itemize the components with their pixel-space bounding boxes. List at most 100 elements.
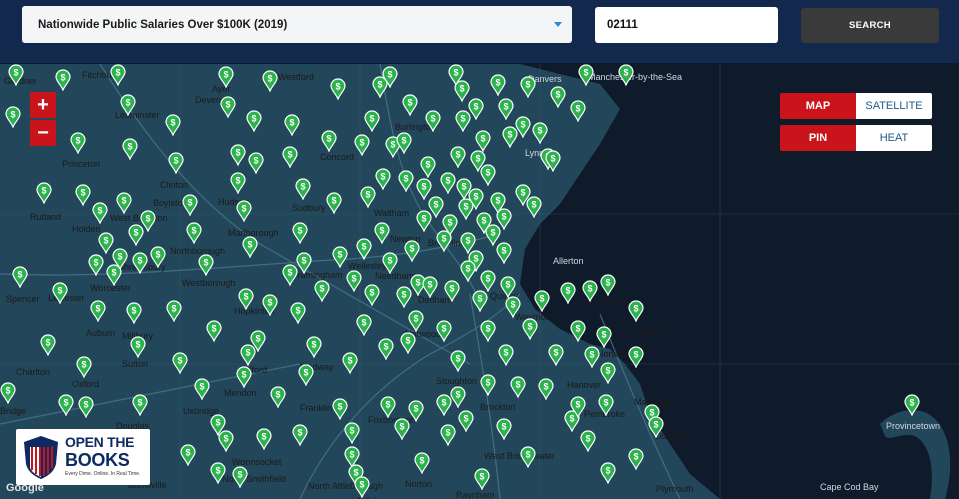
- salary-pin-icon[interactable]: $: [560, 282, 576, 305]
- salary-pin-icon[interactable]: $: [262, 70, 278, 93]
- salary-pin-icon[interactable]: $: [505, 296, 521, 319]
- salary-pin-icon[interactable]: $: [420, 156, 436, 179]
- salary-pin-icon[interactable]: $: [904, 394, 920, 417]
- dataset-dropdown[interactable]: Nationwide Public Salaries Over $100K (2…: [22, 6, 572, 43]
- salary-pin-icon[interactable]: $: [12, 266, 28, 289]
- salary-pin-icon[interactable]: $: [600, 274, 616, 297]
- salary-pin-icon[interactable]: $: [440, 172, 456, 195]
- zip-search-input[interactable]: [595, 7, 778, 43]
- salary-pin-icon[interactable]: $: [132, 252, 148, 275]
- salary-pin-icon[interactable]: $: [52, 282, 68, 305]
- salary-pin-icon[interactable]: $: [400, 332, 416, 355]
- salary-pin-icon[interactable]: $: [480, 320, 496, 343]
- salary-pin-icon[interactable]: $: [180, 444, 196, 467]
- salary-pin-icon[interactable]: $: [236, 200, 252, 223]
- salary-pin-icon[interactable]: $: [425, 110, 441, 133]
- salary-pin-icon[interactable]: $: [298, 364, 314, 387]
- salary-pin-icon[interactable]: $: [218, 430, 234, 453]
- salary-pin-icon[interactable]: $: [182, 194, 198, 217]
- salary-pin-icon[interactable]: $: [58, 394, 74, 417]
- salary-pin-icon[interactable]: $: [290, 302, 306, 325]
- salary-pin-icon[interactable]: $: [480, 374, 496, 397]
- salary-pin-icon[interactable]: $: [580, 430, 596, 453]
- salary-pin-icon[interactable]: $: [548, 344, 564, 367]
- salary-pin-icon[interactable]: $: [498, 344, 514, 367]
- salary-pin-icon[interactable]: $: [314, 280, 330, 303]
- salary-pin-icon[interactable]: $: [460, 260, 476, 283]
- salary-pin-icon[interactable]: $: [520, 76, 536, 99]
- salary-pin-icon[interactable]: $: [256, 428, 272, 451]
- salary-pin-icon[interactable]: $: [396, 286, 412, 309]
- salary-pin-icon[interactable]: $: [498, 98, 514, 121]
- salary-pin-icon[interactable]: $: [522, 318, 538, 341]
- salary-pin-icon[interactable]: $: [570, 396, 586, 419]
- salary-pin-icon[interactable]: $: [242, 236, 258, 259]
- salary-pin-icon[interactable]: $: [92, 202, 108, 225]
- salary-pin-icon[interactable]: $: [232, 466, 248, 489]
- salary-pin-icon[interactable]: $: [502, 126, 518, 149]
- salary-pin-icon[interactable]: $: [598, 394, 614, 417]
- salary-pin-icon[interactable]: $: [206, 320, 222, 343]
- salary-pin-icon[interactable]: $: [450, 350, 466, 373]
- salary-pin-icon[interactable]: $: [374, 222, 390, 245]
- salary-pin-icon[interactable]: $: [186, 222, 202, 245]
- salary-pin-icon[interactable]: $: [122, 138, 138, 161]
- salary-pin-icon[interactable]: $: [545, 150, 561, 173]
- salary-pin-icon[interactable]: $: [444, 280, 460, 303]
- salary-pin-icon[interactable]: $: [198, 254, 214, 277]
- salary-pin-icon[interactable]: $: [5, 106, 21, 129]
- salary-pin-icon[interactable]: $: [330, 78, 346, 101]
- salary-pin-icon[interactable]: $: [628, 346, 644, 369]
- salary-pin-icon[interactable]: $: [364, 284, 380, 307]
- salary-pin-icon[interactable]: $: [342, 352, 358, 375]
- salary-pin-icon[interactable]: $: [75, 184, 91, 207]
- salary-pin-icon[interactable]: $: [296, 252, 312, 275]
- salary-pin-icon[interactable]: $: [166, 300, 182, 323]
- salary-pin-icon[interactable]: $: [408, 310, 424, 333]
- salary-pin-icon[interactable]: $: [292, 222, 308, 245]
- salary-pin-icon[interactable]: $: [292, 424, 308, 447]
- salary-pin-icon[interactable]: $: [238, 288, 254, 311]
- salary-pin-icon[interactable]: $: [250, 330, 266, 353]
- salary-pin-icon[interactable]: $: [270, 386, 286, 409]
- salary-pin-icon[interactable]: $: [332, 398, 348, 421]
- salary-pin-icon[interactable]: $: [116, 192, 132, 215]
- salary-pin-icon[interactable]: $: [375, 168, 391, 191]
- salary-pin-icon[interactable]: $: [408, 400, 424, 423]
- salary-pin-icon[interactable]: $: [582, 280, 598, 303]
- salary-pin-icon[interactable]: $: [90, 300, 106, 323]
- salary-pin-icon[interactable]: $: [282, 146, 298, 169]
- salary-pin-icon[interactable]: $: [468, 98, 484, 121]
- salary-pin-icon[interactable]: $: [126, 302, 142, 325]
- salary-pin-icon[interactable]: $: [106, 264, 122, 287]
- salary-pin-icon[interactable]: $: [382, 252, 398, 275]
- salary-pin-icon[interactable]: $: [398, 170, 414, 193]
- salary-pin-icon[interactable]: $: [76, 356, 92, 379]
- salary-pin-icon[interactable]: $: [218, 66, 234, 89]
- salary-pin-icon[interactable]: $: [394, 418, 410, 441]
- zoom-out-button[interactable]: −: [30, 120, 56, 146]
- salary-pin-icon[interactable]: $: [496, 242, 512, 265]
- salary-pin-icon[interactable]: $: [490, 74, 506, 97]
- salary-pin-icon[interactable]: $: [295, 178, 311, 201]
- salary-pin-icon[interactable]: $: [414, 452, 430, 475]
- salary-pin-icon[interactable]: $: [344, 422, 360, 445]
- salary-pin-icon[interactable]: $: [450, 146, 466, 169]
- salary-pin-icon[interactable]: $: [520, 446, 536, 469]
- salary-pin-icon[interactable]: $: [120, 94, 136, 117]
- salary-pin-icon[interactable]: $: [600, 362, 616, 385]
- salary-pin-icon[interactable]: $: [40, 334, 56, 357]
- salary-pin-icon[interactable]: $: [354, 476, 370, 499]
- salary-pin-icon[interactable]: $: [526, 196, 542, 219]
- salary-pin-icon[interactable]: $: [354, 134, 370, 157]
- salary-pin-icon[interactable]: $: [194, 378, 210, 401]
- salary-pin-icon[interactable]: $: [326, 192, 342, 215]
- salary-pin-icon[interactable]: $: [596, 326, 612, 349]
- salary-pin-icon[interactable]: $: [306, 336, 322, 359]
- salary-pin-icon[interactable]: $: [382, 66, 398, 89]
- salary-pin-icon[interactable]: $: [474, 468, 490, 491]
- salary-pin-icon[interactable]: $: [236, 366, 252, 389]
- salary-pin-icon[interactable]: $: [500, 276, 516, 299]
- salary-pin-icon[interactable]: $: [480, 164, 496, 187]
- map-canvas[interactable]: Gardner Fitchburg Westford Danvers Mancheste…: [0, 64, 959, 499]
